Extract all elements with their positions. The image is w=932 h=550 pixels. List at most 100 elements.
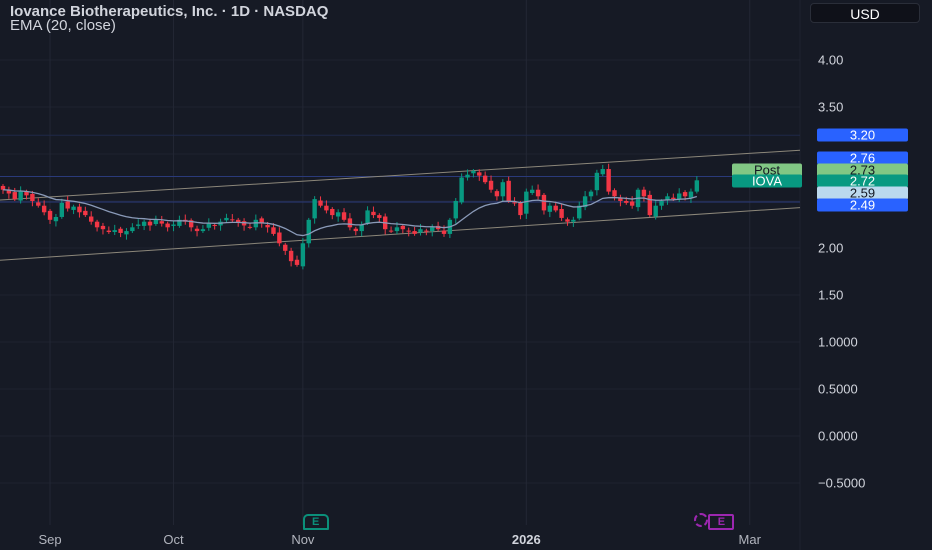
candle-up	[653, 205, 658, 217]
candle-up	[359, 224, 364, 232]
candle-down	[12, 192, 17, 200]
candle-down	[330, 208, 335, 216]
candle-down	[565, 219, 570, 222]
candle-up	[594, 172, 600, 191]
candle-down	[477, 172, 482, 176]
candle-up	[465, 174, 470, 178]
candle-down	[100, 225, 106, 230]
candle-down	[641, 189, 647, 197]
candle-up	[577, 205, 582, 219]
candle-up	[335, 212, 341, 217]
candle-up	[694, 180, 700, 192]
candle-down	[671, 197, 676, 200]
candle-up	[394, 227, 400, 232]
ema-indicator-label[interactable]: EMA (20, close)	[10, 17, 116, 34]
candle-down	[553, 205, 558, 211]
price-tick-label: 1.0000	[818, 334, 858, 350]
candle-down	[488, 180, 494, 190]
candle-up	[688, 191, 694, 198]
candle-up	[141, 221, 147, 226]
earnings-marker-icon[interactable]: E	[302, 514, 329, 530]
candle-down	[277, 232, 282, 244]
time-axis-label: Sep	[38, 532, 62, 547]
candle-down	[36, 202, 41, 206]
candle-up	[600, 169, 605, 175]
candle-down	[512, 202, 517, 204]
candle-down	[506, 180, 511, 201]
candle-down	[294, 259, 300, 265]
price-tick-label: 4.00	[818, 52, 844, 68]
price-badge-blue: 2.49	[817, 198, 908, 212]
candle-down	[682, 192, 688, 197]
price-badge-blue: 3.20	[817, 128, 908, 142]
candle-up	[300, 243, 306, 267]
candle-down	[541, 194, 547, 211]
candle-down	[388, 230, 394, 232]
candle-up	[524, 191, 529, 214]
candle-up	[530, 189, 535, 194]
candle-up	[453, 201, 458, 219]
candle-down	[324, 205, 329, 211]
candle-down	[147, 221, 153, 226]
candle-up	[471, 170, 476, 174]
candle-down	[400, 225, 406, 230]
candle-up	[665, 196, 670, 200]
price-tick-label: 1.50	[818, 287, 844, 303]
currency-button[interactable]: USD	[810, 3, 920, 23]
candle-down	[106, 230, 112, 233]
candle-down	[406, 230, 411, 232]
candle-down	[647, 194, 652, 216]
candle-down	[83, 210, 88, 216]
candle-down	[441, 230, 447, 234]
candle-up	[200, 229, 206, 232]
candle-up	[171, 224, 176, 226]
price-tick-label: 0.5000	[818, 381, 858, 397]
candle-down	[559, 208, 564, 218]
candle-down	[535, 189, 541, 197]
candle-up	[124, 231, 129, 235]
candle-up	[571, 219, 576, 222]
candle-down	[612, 190, 617, 197]
candle-down	[212, 224, 217, 226]
candle-up	[206, 223, 211, 228]
candle-down	[89, 216, 94, 222]
candle-up	[306, 219, 311, 244]
time-axis-label: Mar	[738, 532, 761, 547]
candle-up	[71, 206, 76, 210]
candle-up	[459, 177, 464, 203]
candle-down	[347, 218, 353, 228]
time-axis-label: 2026	[511, 532, 541, 547]
candle-up	[500, 182, 505, 197]
candle-up	[136, 224, 141, 226]
price-label-iova: IOVA	[732, 174, 802, 188]
candle-down	[629, 201, 635, 206]
candle-up	[430, 227, 435, 232]
candle-down	[318, 200, 323, 206]
earnings-marker-icon[interactable]: E	[708, 514, 735, 530]
candle-up	[677, 193, 682, 200]
candle-up	[659, 201, 664, 206]
candle-up	[153, 219, 159, 225]
candle-down	[94, 221, 100, 228]
candle-down	[482, 175, 488, 183]
candle-down	[0, 185, 6, 190]
candle-down	[283, 244, 288, 251]
candle-up	[224, 217, 229, 221]
candle-up	[547, 205, 553, 212]
candle-down	[518, 202, 523, 216]
candle-down	[288, 250, 294, 262]
candle-down	[230, 219, 235, 221]
candle-up	[312, 199, 317, 219]
candle-down	[77, 206, 82, 213]
price-chart[interactable]	[0, 0, 932, 550]
candle-up	[130, 227, 135, 232]
candle-up	[418, 229, 423, 233]
candle-down	[30, 193, 35, 201]
price-tick-label: −0.5000	[818, 475, 866, 491]
candle-down	[424, 230, 429, 232]
candle-up	[365, 210, 370, 224]
candle-down	[247, 226, 253, 228]
time-axis-label: Nov	[291, 532, 315, 547]
channel-trend-line	[0, 149, 801, 201]
candle-up	[53, 216, 59, 222]
